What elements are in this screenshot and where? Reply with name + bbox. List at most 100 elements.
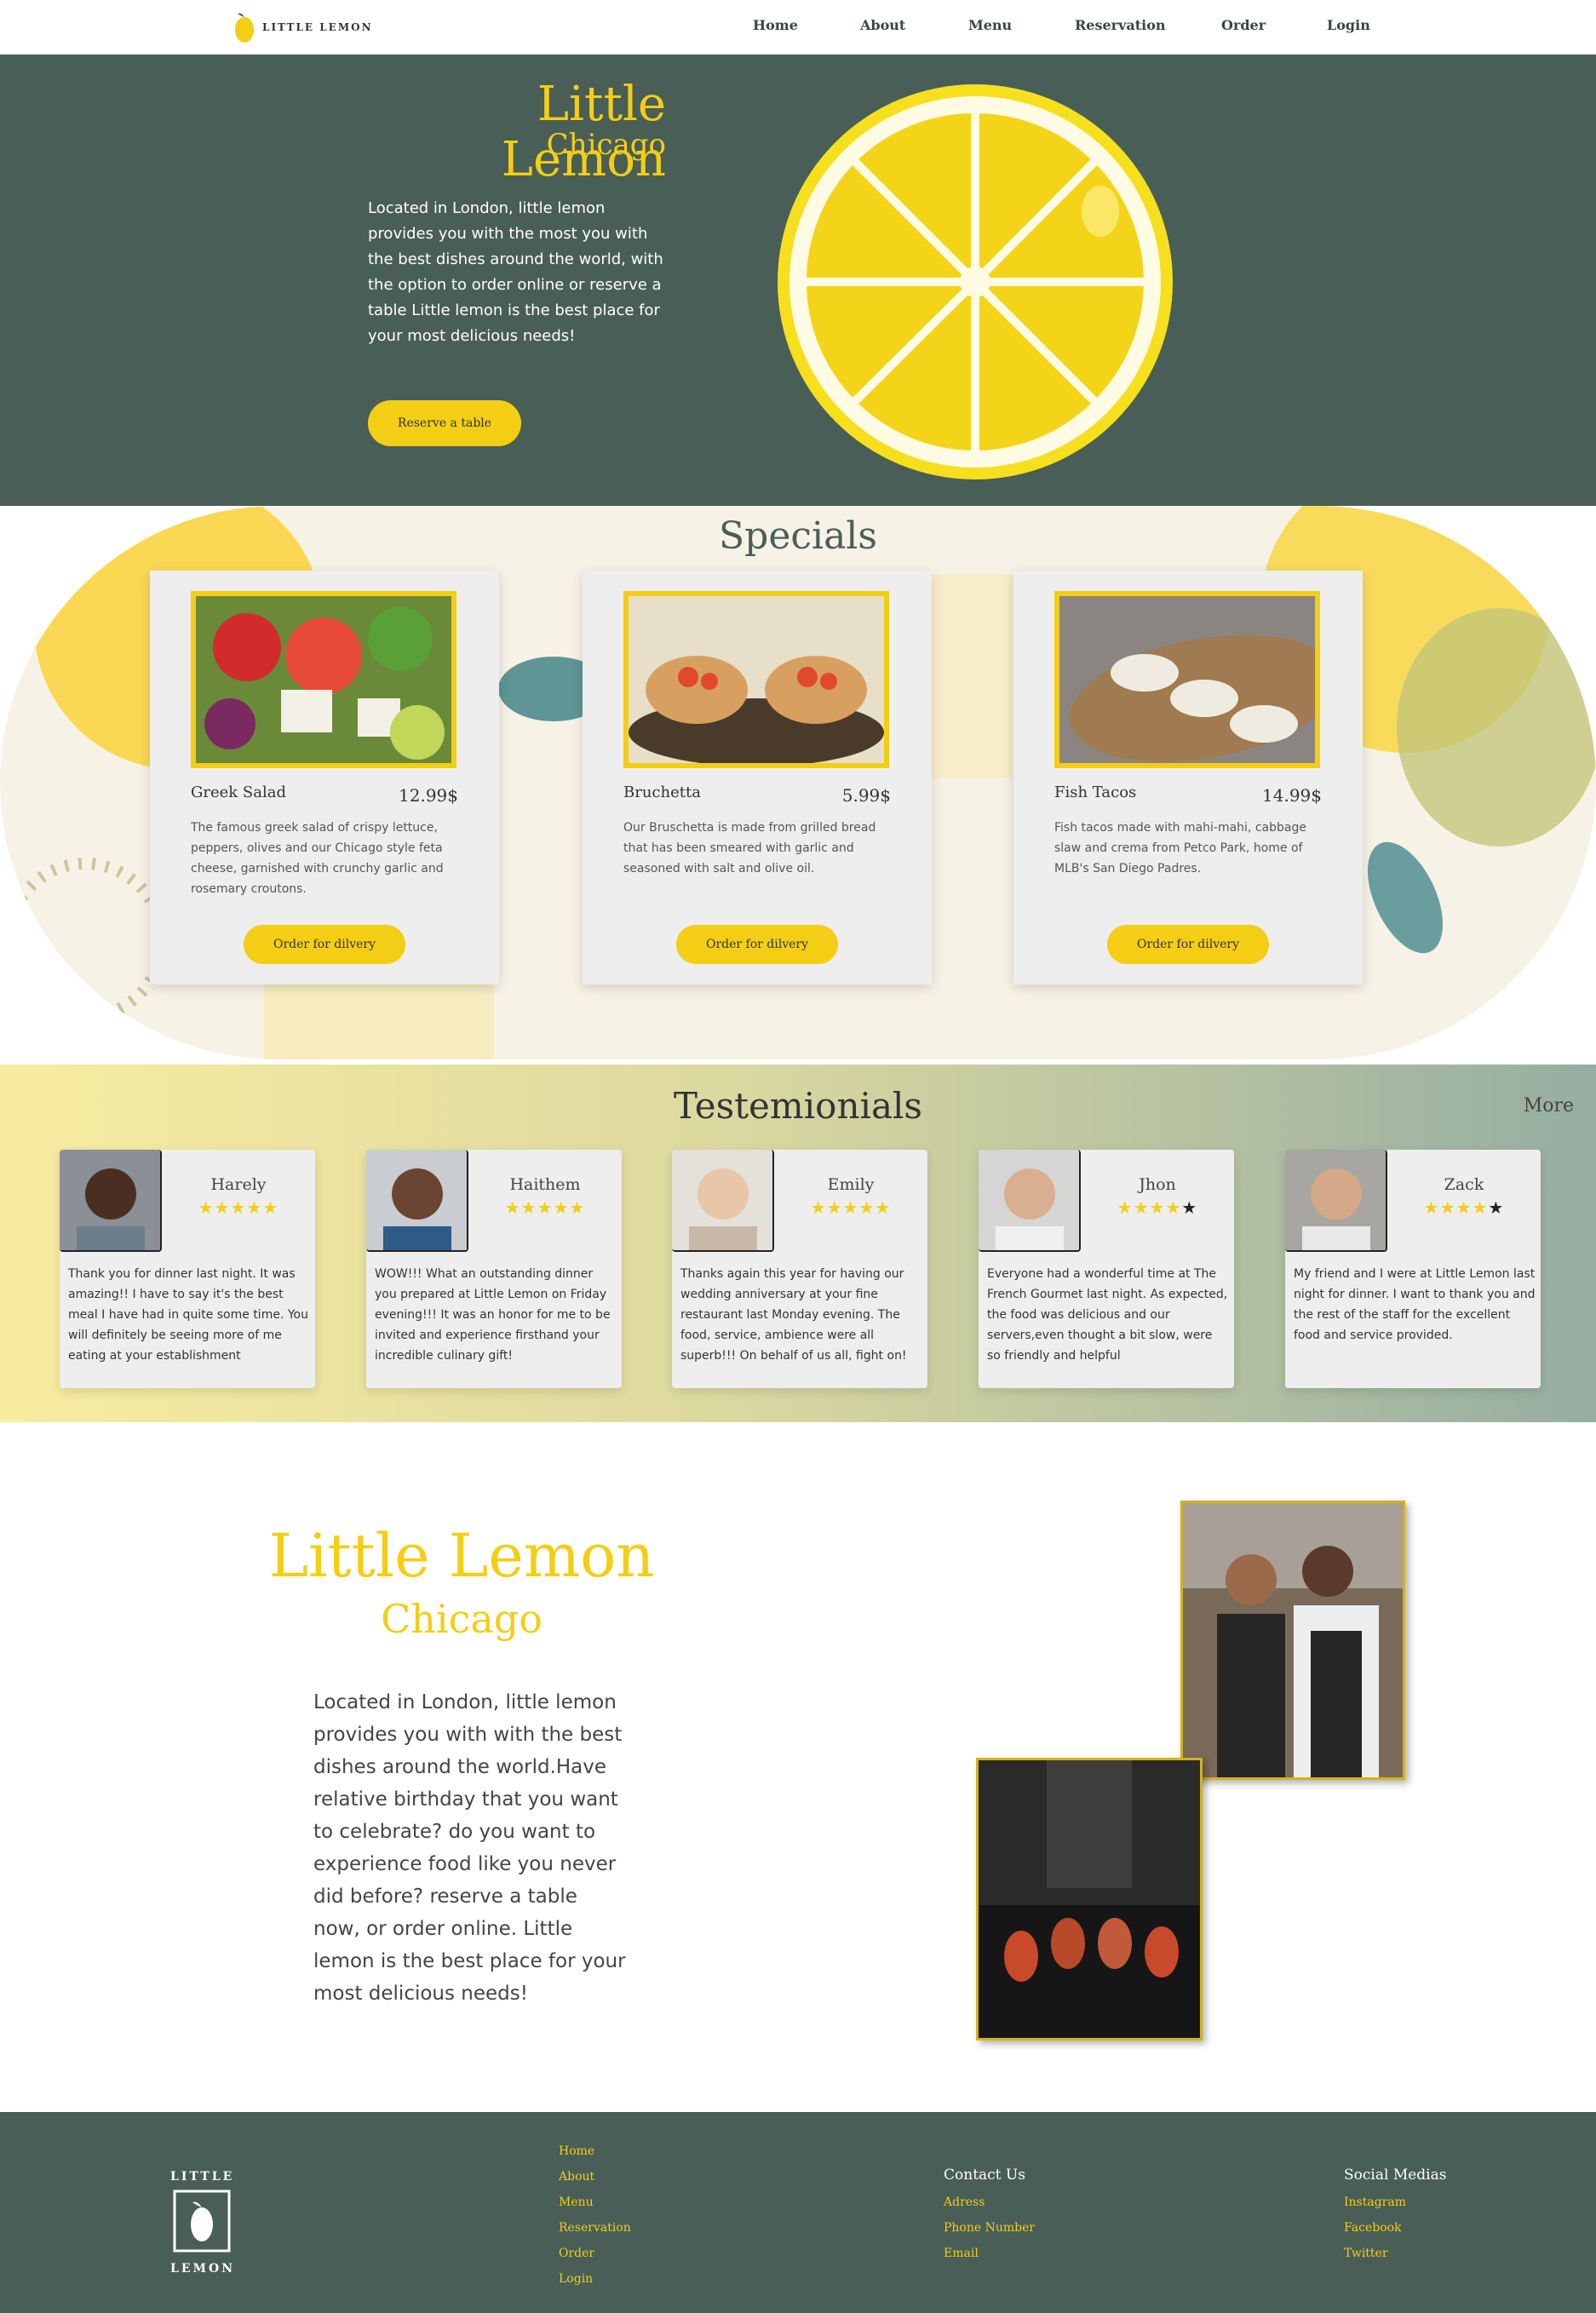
nav-order[interactable]: Order — [1221, 17, 1266, 33]
social-heading: Social Medias — [1344, 2167, 1447, 2184]
footer-link-home[interactable]: Home — [559, 2144, 594, 2158]
footer-link-phone[interactable]: Phone Number — [944, 2221, 1035, 2235]
star-filled-icon: ★ — [1165, 1197, 1182, 1218]
star-filled-icon: ★ — [198, 1197, 215, 1218]
dish-description: The famous greek salad of crispy lettuce… — [191, 821, 444, 896]
testimonial-card: Harely ★★★★★ Thank you for dinner last n… — [60, 1150, 315, 1388]
specials-section: Specials Greek Salad 12.99$ The famous g… — [0, 506, 1596, 1059]
review-text: Thank you for dinner last night. It was … — [68, 1267, 308, 1363]
lemon-slice-illustration — [778, 84, 1173, 479]
more-link[interactable]: More — [1524, 1095, 1574, 1116]
reviewer-name: Zack — [1444, 1175, 1484, 1194]
review-text: Everyone had a wonderful time at The Fre… — [987, 1267, 1228, 1363]
about-title: Little Lemon — [268, 1521, 655, 1591]
special-card: Fish Tacos 14.99$ Fish tacos made with m… — [1013, 571, 1363, 984]
hero-section: Little Lemon Chicago Located in London, … — [0, 55, 1596, 506]
footer-link-email[interactable]: Email — [944, 2247, 979, 2260]
reviewer-name: Haithem — [509, 1175, 581, 1194]
testimonial-card: Emily ★★★★★ Thanks again this year for h… — [672, 1150, 927, 1388]
star-empty-icon: ★ — [1181, 1197, 1198, 1218]
avatar — [1285, 1150, 1387, 1252]
nav-menu[interactable]: Menu — [968, 17, 1012, 33]
dish-price: 5.99$ — [841, 785, 891, 806]
dish-price: 14.99$ — [1262, 785, 1322, 806]
hero-description: Located in London, little lemon provides… — [368, 199, 663, 345]
reviewer-name: Emily — [827, 1175, 875, 1194]
special-card: Bruchetta 5.99$ Our Bruschetta is made f… — [583, 571, 932, 984]
star-filled-icon: ★ — [504, 1197, 521, 1218]
footer-link-login[interactable]: Login — [559, 2272, 593, 2286]
dish-price: 12.99$ — [399, 785, 458, 806]
star-filled-icon: ★ — [230, 1197, 247, 1218]
star-empty-icon: ★ — [1488, 1197, 1505, 1218]
avatar — [672, 1150, 774, 1252]
avatar — [60, 1150, 162, 1252]
testimonial-card: Haithem ★★★★★ WOW!!! What an outstanding… — [366, 1150, 622, 1388]
top-nav: LITTLE LEMON Home About Menu Reservation… — [0, 0, 1596, 55]
footer: LITTLE LEMON Home About Menu Reservation… — [0, 2112, 1596, 2313]
nav-home[interactable]: Home — [753, 17, 798, 33]
footer-link-instagram[interactable]: Instagram — [1344, 2195, 1406, 2209]
star-filled-icon: ★ — [537, 1197, 554, 1218]
logo-text: LITTLE LEMON — [262, 21, 373, 33]
star-filled-icon: ★ — [875, 1197, 892, 1218]
dish-name: Bruchetta — [623, 783, 701, 801]
site-logo[interactable]: LITTLE LEMON — [233, 9, 373, 46]
testimonial-card: Jhon ★★★★★ Everyone had a wonderful time… — [979, 1150, 1234, 1388]
star-filled-icon: ★ — [1133, 1197, 1150, 1218]
reviewer-name: Jhon — [1139, 1175, 1176, 1194]
footer-link-facebook[interactable]: Facebook — [1344, 2221, 1402, 2235]
lemon-logo-icon — [235, 13, 254, 43]
footer-logo-bottom-text: LEMON — [170, 2262, 236, 2276]
footer-logo[interactable]: LITTLE LEMON — [170, 2170, 233, 2276]
footer-link-address[interactable]: Adress — [944, 2195, 985, 2209]
star-filled-icon: ★ — [214, 1197, 231, 1218]
review-text: WOW!!! What an outstanding dinner you pr… — [375, 1267, 611, 1363]
avatar — [366, 1150, 468, 1252]
reserve-table-button[interactable]: Reserve a table — [368, 400, 521, 446]
star-filled-icon: ★ — [1117, 1197, 1134, 1218]
star-filled-icon: ★ — [858, 1197, 876, 1218]
star-rating: ★★★★★ — [1089, 1197, 1226, 1218]
nav-about[interactable]: About — [860, 17, 905, 33]
about-description: Located in London, little lemon provides… — [313, 1691, 626, 2005]
avatar — [979, 1150, 1081, 1252]
star-filled-icon: ★ — [826, 1197, 843, 1218]
star-filled-icon: ★ — [246, 1197, 263, 1218]
footer-link-reservation[interactable]: Reservation — [559, 2221, 631, 2235]
star-filled-icon: ★ — [810, 1197, 827, 1218]
review-text: Thanks again this year for having our we… — [680, 1267, 907, 1363]
fish-tacos-image — [1054, 591, 1320, 768]
star-filled-icon: ★ — [262, 1197, 279, 1218]
footer-link-menu[interactable]: Menu — [559, 2195, 594, 2209]
footer-link-about[interactable]: About — [559, 2170, 594, 2184]
testimonials-title: Testemionials — [674, 1085, 922, 1127]
dish-description: Our Bruschetta is made from grilled brea… — [623, 821, 876, 875]
nav-login[interactable]: Login — [1327, 17, 1370, 33]
order-delivery-button[interactable]: Order for dilvery — [1107, 925, 1269, 964]
dish-name: Fish Tacos — [1054, 783, 1137, 801]
star-filled-icon: ★ — [1472, 1197, 1489, 1218]
hero-subtitle: Chicago — [546, 128, 666, 162]
testimonial-card: Zack ★★★★★ My friend and I were at Littl… — [1285, 1150, 1541, 1388]
footer-logo-top-text: LITTLE — [170, 2170, 235, 2184]
nav-reservation[interactable]: Reservation — [1075, 17, 1166, 33]
lemon-logo-icon — [173, 2190, 231, 2253]
dish-name: Greek Salad — [191, 783, 286, 801]
star-rating: ★★★★★ — [170, 1197, 307, 1218]
star-filled-icon: ★ — [1455, 1197, 1473, 1218]
order-delivery-button[interactable]: Order for dilvery — [244, 925, 405, 964]
footer-link-twitter[interactable]: Twitter — [1344, 2247, 1388, 2260]
star-rating: ★★★★★ — [783, 1197, 919, 1218]
order-delivery-button[interactable]: Order for dilvery — [676, 925, 838, 964]
star-filled-icon: ★ — [1149, 1197, 1166, 1218]
specials-title: Specials — [719, 514, 877, 558]
star-filled-icon: ★ — [553, 1197, 570, 1218]
star-filled-icon: ★ — [569, 1197, 586, 1218]
bruchetta-image — [623, 591, 889, 768]
star-filled-icon: ★ — [842, 1197, 859, 1218]
footer-link-order[interactable]: Order — [559, 2247, 594, 2260]
special-card: Greek Salad 12.99$ The famous greek sala… — [150, 571, 499, 984]
star-filled-icon: ★ — [1423, 1197, 1440, 1218]
greek-salad-image — [191, 591, 456, 768]
